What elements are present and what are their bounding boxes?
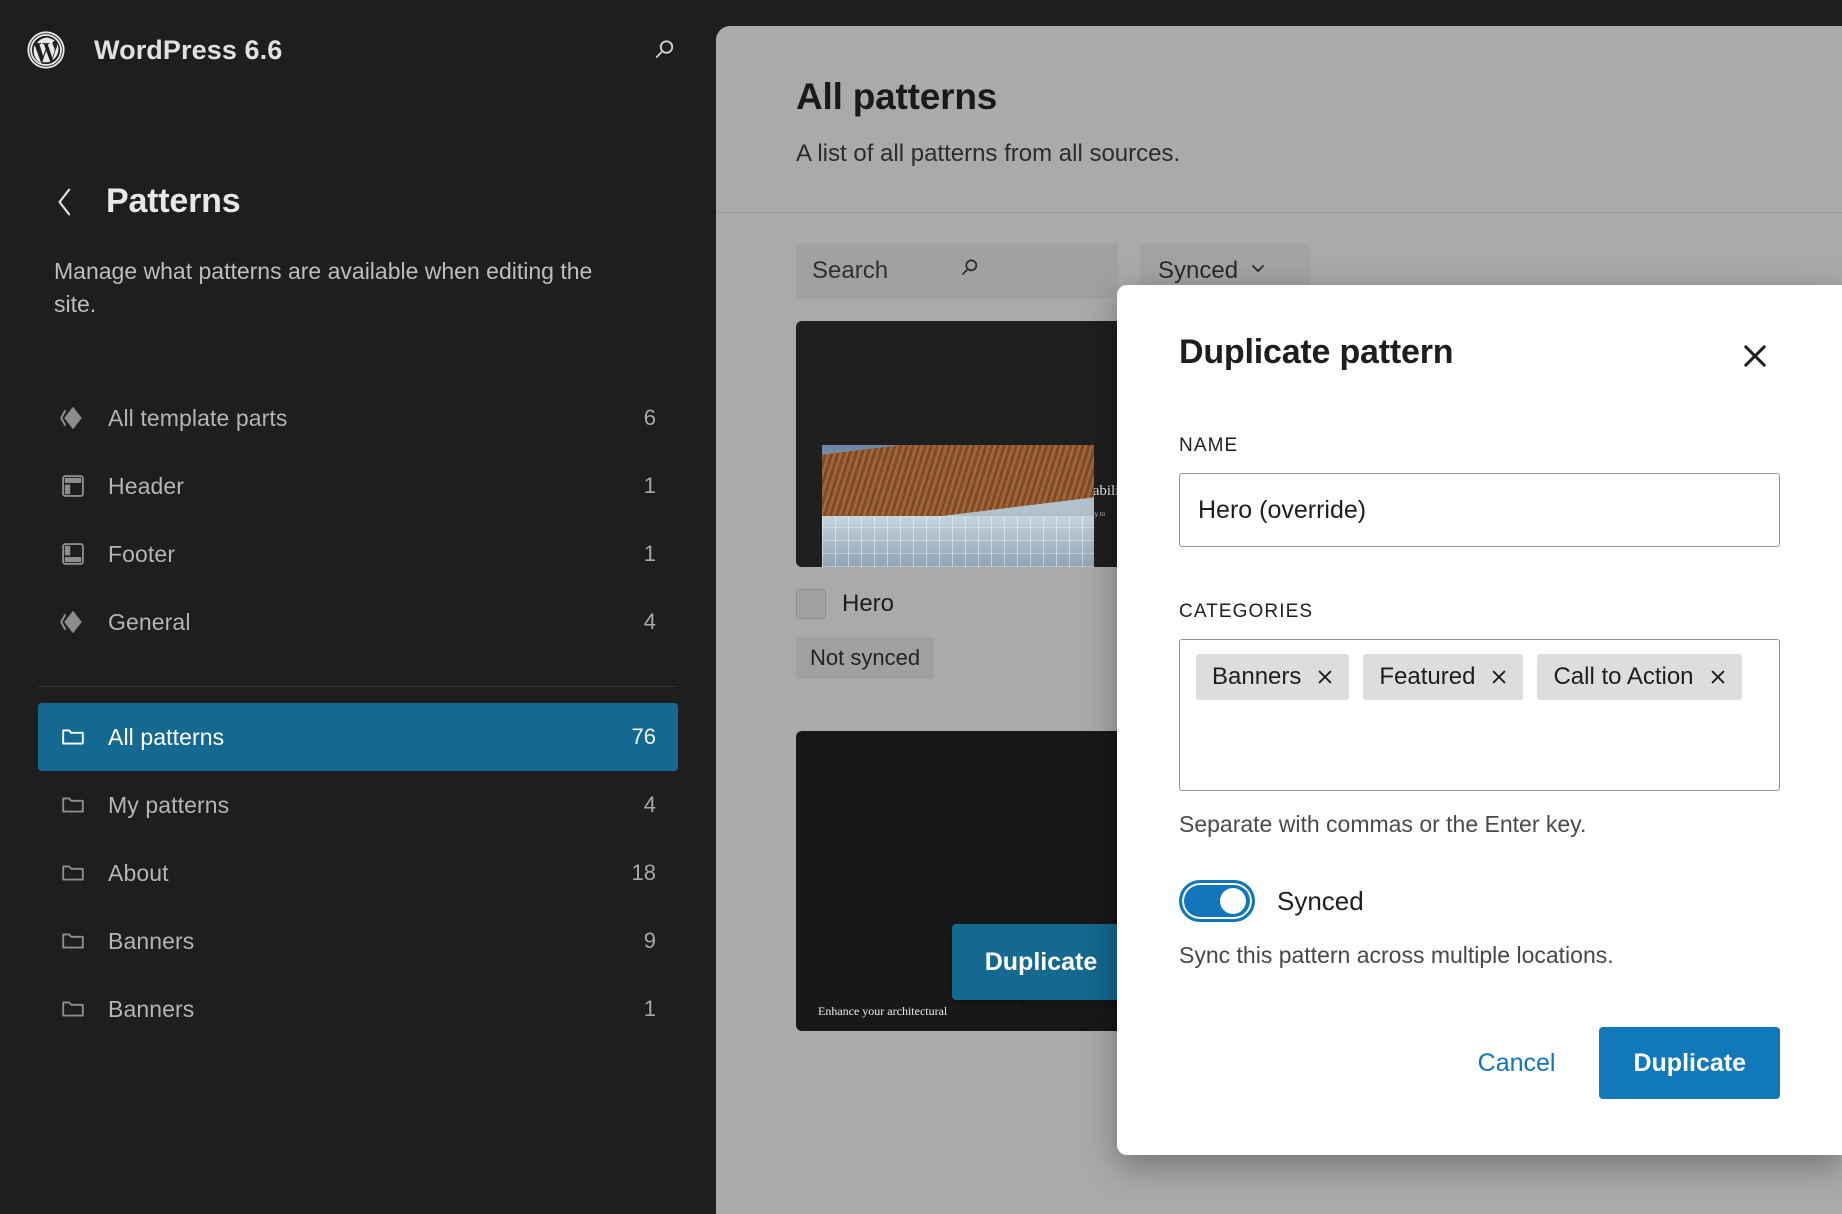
pattern-categories-group: All patterns 76 My patterns 4 About 18 B… <box>0 703 716 1043</box>
close-icon[interactable] <box>1708 667 1728 687</box>
status-badge: Not synced <box>796 637 935 679</box>
sidebar-description: Manage what patterns are available when … <box>54 258 593 317</box>
token-label: Featured <box>1379 663 1476 690</box>
sidebar-item-label: Footer <box>108 540 176 567</box>
sync-toggle-label: Synced <box>1277 885 1364 916</box>
sidebar-item-general[interactable]: General 4 <box>38 588 678 656</box>
sync-help-text: Sync this pattern across multiple locati… <box>1179 942 1614 968</box>
sync-toggle[interactable] <box>1179 880 1255 922</box>
sidebar-item-count: 1 <box>643 541 656 567</box>
wordpress-site-editor: WordPress 6.6 Patterns Manage what patte… <box>0 0 1842 1214</box>
modal-title: Duplicate pattern <box>1179 333 1454 371</box>
search-icon <box>957 255 1102 288</box>
sidebar-item-count: 6 <box>643 405 656 431</box>
main-header: All patterns A list of all patterns from… <box>716 26 1842 168</box>
sync-filter-label: Synced <box>1158 257 1239 284</box>
toggle-knob <box>1220 888 1246 914</box>
footer-layout-icon <box>54 535 92 573</box>
layers-icon <box>54 603 92 641</box>
folder-icon <box>54 718 92 756</box>
chevron-left-icon[interactable] <box>54 187 76 217</box>
sidebar-item-about[interactable]: About 18 <box>38 839 678 907</box>
sidebar-item-banners-2[interactable]: Banners 1 <box>38 975 678 1043</box>
template-parts-group: All template parts 6 Header 1 Footer 1 G… <box>0 384 716 656</box>
thumb-heading: Enhance your architectural <box>818 1004 948 1018</box>
cancel-button[interactable]: Cancel <box>1452 1032 1582 1094</box>
close-icon[interactable] <box>1730 331 1780 381</box>
sidebar-item-count: 9 <box>643 928 656 954</box>
sidebar: WordPress 6.6 Patterns Manage what patte… <box>0 0 716 1214</box>
name-input-value: Hero (override) <box>1198 495 1367 524</box>
sidebar-item-count: 4 <box>643 792 656 818</box>
sidebar-item-label: My patterns <box>108 791 230 818</box>
folder-icon <box>54 922 92 960</box>
layers-icon <box>54 399 92 437</box>
main-title: All patterns <box>796 76 998 117</box>
category-token-featured[interactable]: Featured <box>1363 654 1524 700</box>
sidebar-item-label: Header <box>108 472 185 499</box>
sidebar-item-count: 76 <box>631 724 656 750</box>
search-placeholder: Search <box>812 257 889 284</box>
folder-icon <box>54 786 92 824</box>
sidebar-item-banners[interactable]: Banners 9 <box>38 907 678 975</box>
sync-toggle-row: Synced <box>1179 880 1780 922</box>
chevron-down-icon <box>1248 257 1268 285</box>
modal-header: Duplicate pattern <box>1179 333 1780 381</box>
token-label: Call to Action <box>1553 663 1694 690</box>
sidebar-item-label: All template parts <box>108 404 288 431</box>
name-field-label: NAME <box>1179 435 1239 456</box>
modal-actions: Cancel Duplicate <box>1179 1027 1780 1099</box>
sidebar-item-label: Banners <box>108 927 195 954</box>
token-label: Banners <box>1212 663 1302 690</box>
sidebar-topbar: WordPress 6.6 <box>0 0 716 100</box>
duplicate-button[interactable]: Duplicate <box>1599 1027 1780 1099</box>
sidebar-item-count: 18 <box>631 860 656 886</box>
close-icon[interactable] <box>1489 667 1509 687</box>
sidebar-item-label: All patterns <box>108 723 225 750</box>
categories-token-input[interactable]: Banners Featured Call to Action <box>1179 639 1780 791</box>
sidebar-item-my-patterns[interactable]: My patterns 4 <box>38 771 678 839</box>
duplicate-tooltip: Duplicate <box>952 924 1130 1000</box>
sidebar-item-footer[interactable]: Footer 1 <box>38 520 678 588</box>
sidebar-item-label: General <box>108 608 191 635</box>
thumb-architecture-photo <box>822 445 1094 567</box>
search-icon[interactable] <box>642 27 688 73</box>
sidebar-divider <box>38 686 678 688</box>
categories-field-label: CATEGORIES <box>1179 601 1314 622</box>
header-layout-icon <box>54 467 92 505</box>
wordpress-logo-icon[interactable] <box>24 28 68 72</box>
search-input[interactable]: Search <box>796 243 1118 299</box>
sidebar-item-count: 1 <box>643 996 656 1022</box>
close-icon[interactable] <box>1315 667 1335 687</box>
category-token-banners[interactable]: Banners <box>1196 654 1350 700</box>
pattern-select-checkbox[interactable] <box>796 589 826 619</box>
sidebar-item-all-patterns[interactable]: All patterns 76 <box>38 703 678 772</box>
sidebar-item-count: 1 <box>643 473 656 499</box>
sidebar-item-header[interactable]: Header 1 <box>38 452 678 520</box>
folder-icon <box>54 854 92 892</box>
sidebar-item-label: About <box>108 859 169 886</box>
main-subtitle: A list of all patterns from all sources. <box>796 140 1181 167</box>
pattern-name: Hero <box>842 590 895 617</box>
categories-help-text: Separate with commas or the Enter key. <box>1179 811 1587 837</box>
page-title: Patterns <box>106 182 241 220</box>
sidebar-item-count: 4 <box>643 609 656 635</box>
sidebar-item-label: Banners <box>108 995 195 1022</box>
duplicate-pattern-modal: Duplicate pattern NAME Hero (override) C… <box>1117 285 1842 1155</box>
folder-icon <box>54 990 92 1028</box>
sidebar-header: Patterns Manage what patterns are availa… <box>0 100 716 320</box>
category-token-call-to-action[interactable]: Call to Action <box>1537 654 1742 700</box>
sidebar-item-all-template-parts[interactable]: All template parts 6 <box>38 384 678 452</box>
app-title: WordPress 6.6 <box>94 34 283 65</box>
name-input[interactable]: Hero (override) <box>1179 473 1780 547</box>
